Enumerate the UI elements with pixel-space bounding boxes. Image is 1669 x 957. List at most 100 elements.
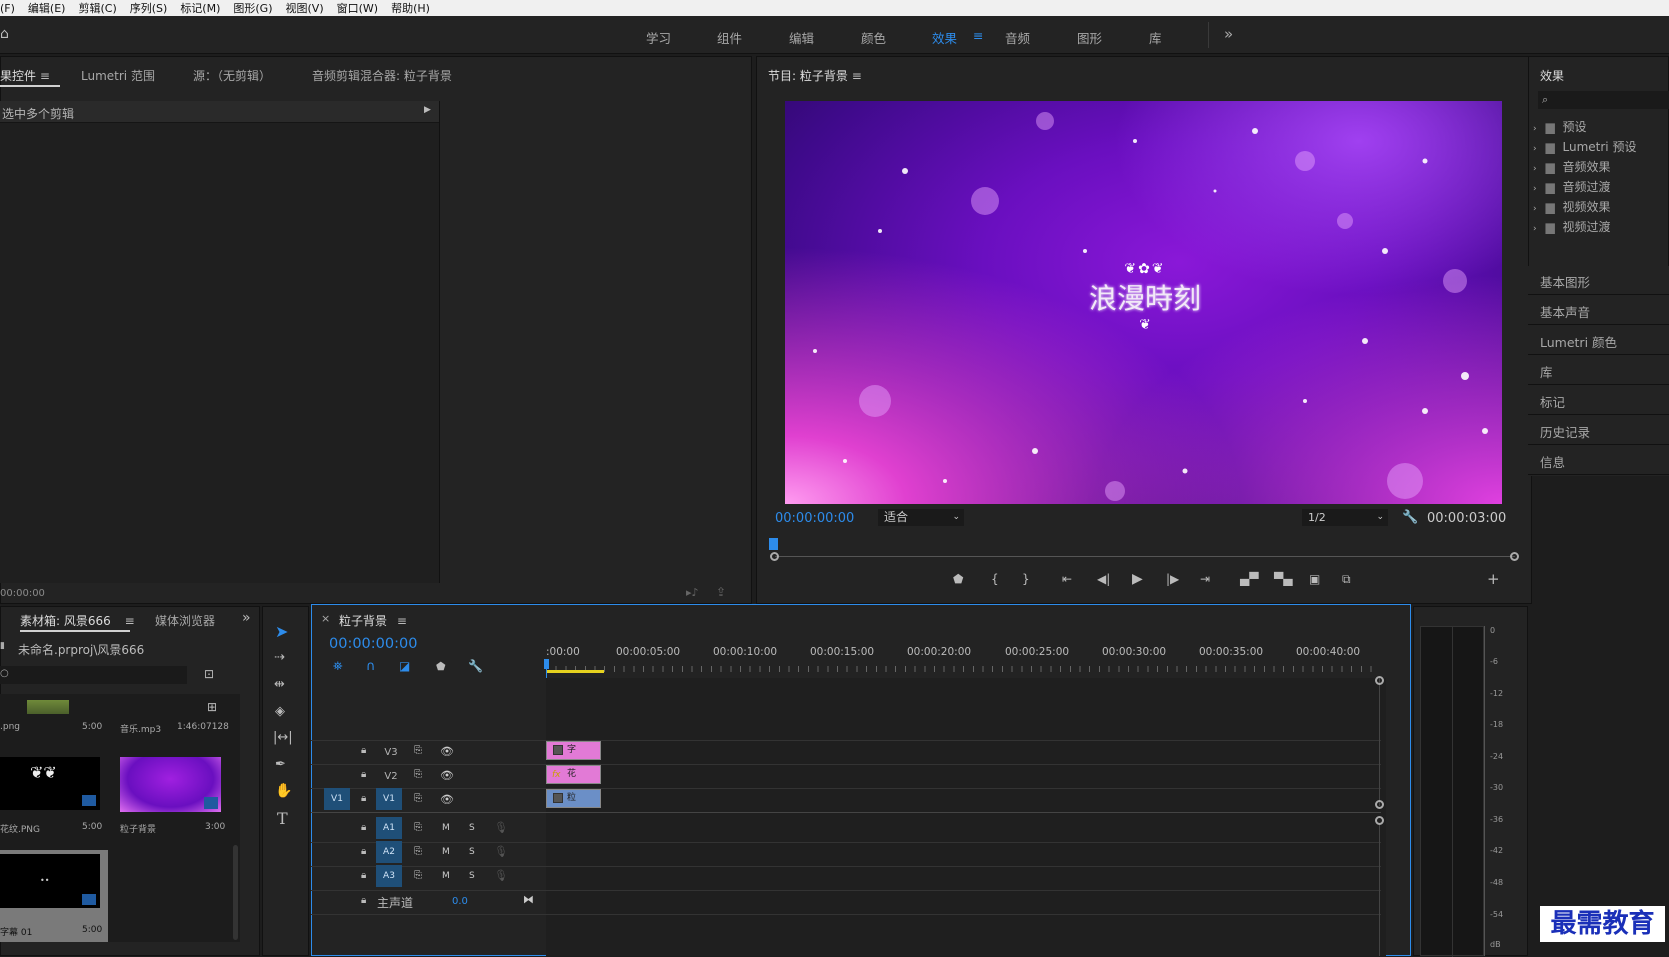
menu-help[interactable]: 帮助(H) xyxy=(391,0,430,16)
add-marker-icon[interactable]: ⬟ xyxy=(953,572,963,586)
go-to-point-icon[interactable]: ⧓ xyxy=(523,893,534,906)
thumbnail-particle-bg[interactable] xyxy=(120,757,221,812)
close-sequence-icon[interactable]: × xyxy=(321,612,330,625)
audio-waveform-icon[interactable]: ⊞ xyxy=(207,700,217,714)
panel-libraries[interactable]: 库 xyxy=(1540,362,1553,381)
panel-info[interactable]: 信息 xyxy=(1540,452,1565,471)
mark-in-icon[interactable]: { xyxy=(991,572,999,586)
menu-marker[interactable]: 标记(M) xyxy=(180,0,220,16)
lock-icon[interactable]: 🔒︎ xyxy=(361,822,366,833)
mic-icon[interactable]: 🎙︎ xyxy=(494,869,508,882)
program-scrubber-track[interactable] xyxy=(775,556,1515,557)
sync-lock-icon[interactable]: ⎘ xyxy=(414,822,422,833)
effects-search-input[interactable]: ⌕ xyxy=(1538,91,1669,109)
workspace-assembly[interactable]: 组件 xyxy=(717,28,742,47)
menu-sequence[interactable]: 序列(S) xyxy=(130,0,168,16)
nest-toggle-icon[interactable]: ⛯ xyxy=(333,659,343,674)
solo-button[interactable]: S xyxy=(469,871,475,881)
workspace-menu-icon[interactable]: ≡ xyxy=(973,28,983,43)
scrubber-start-handle[interactable] xyxy=(770,552,779,561)
clip-v2[interactable]: fx 花 xyxy=(546,765,601,784)
clip-v1[interactable]: 粒 xyxy=(546,789,601,808)
mic-icon[interactable]: 🎙︎ xyxy=(494,845,508,858)
video-scroll-handle[interactable] xyxy=(1375,676,1384,685)
workspace-audio[interactable]: 音频 xyxy=(1005,28,1030,47)
sequence-tab[interactable]: 粒子背景 ≡ xyxy=(339,612,407,629)
video-scroll-handle[interactable] xyxy=(1375,800,1384,809)
source-patch-v1[interactable]: V1 xyxy=(324,788,350,810)
panel-essential-graphics[interactable]: 基本图形 xyxy=(1540,272,1590,291)
zoom-select[interactable]: 适合 ⌄ xyxy=(878,509,964,526)
mic-icon[interactable]: 🎙︎ xyxy=(494,821,508,834)
effects-folder-audio-transitions[interactable]: › ▆ 音频过渡 xyxy=(1528,178,1611,195)
menu-file[interactable]: 文件(F) xyxy=(0,0,15,16)
menu-edit[interactable]: 编辑(E) xyxy=(28,0,66,16)
project-search-input[interactable]: ○ xyxy=(0,666,187,684)
go-to-out-icon[interactable]: ⇥ xyxy=(1200,572,1210,586)
selection-tool-icon[interactable]: ➤ xyxy=(275,622,288,641)
effects-folder-video-transitions[interactable]: › ▆ 视频过渡 xyxy=(1528,218,1611,235)
home-icon[interactable]: ⌂ xyxy=(0,26,9,42)
panel-markers[interactable]: 标记 xyxy=(1540,392,1565,411)
sync-lock-icon[interactable]: ⎘ xyxy=(414,745,422,756)
thumbnail-image[interactable] xyxy=(27,700,69,714)
sync-lock-icon[interactable]: ⎘ xyxy=(414,793,422,804)
pen-tool-icon[interactable]: ✒ xyxy=(275,757,286,772)
effects-folder-lumetri-presets[interactable]: › ▆ Lumetri 预设 xyxy=(1528,138,1636,155)
tab-audio-clip-mixer[interactable]: 音频剪辑混合器: 粒子背景 xyxy=(312,67,452,84)
selected-item[interactable]: •• 字幕 01 5:00 xyxy=(0,850,108,942)
razor-tool-icon[interactable]: ◈ xyxy=(275,704,285,719)
eye-icon[interactable]: 👁︎ xyxy=(440,793,454,806)
track-label-v3[interactable]: V3 xyxy=(380,747,402,758)
tab-effect-controls[interactable]: 效果控件 ≡ xyxy=(0,67,50,84)
tab-media-browser[interactable]: 媒体浏览器 xyxy=(155,612,215,629)
track-target-a2[interactable]: A2 xyxy=(376,841,402,863)
step-forward-icon[interactable]: |▶ xyxy=(1166,572,1179,586)
export-icon[interactable]: ⇪ xyxy=(716,585,726,599)
effects-folder-presets[interactable]: › ▆ 预设 xyxy=(1528,118,1587,135)
workspace-libraries[interactable]: 库 xyxy=(1149,28,1162,47)
panel-history[interactable]: 历史记录 xyxy=(1540,422,1590,441)
scrubber-end-handle[interactable] xyxy=(1510,552,1519,561)
slip-tool-icon[interactable]: |↔| xyxy=(273,730,293,745)
track-target-v1[interactable]: V1 xyxy=(376,788,402,810)
time-ruler[interactable]: :00:00 00:00:05:00 00:00:10:00 00:00:15:… xyxy=(546,646,1374,674)
tab-lumetri-scopes[interactable]: Lumetri 范围 xyxy=(81,67,155,84)
comparison-view-icon[interactable]: ⧉ xyxy=(1342,572,1351,587)
button-editor-plus-icon[interactable]: + xyxy=(1487,570,1500,588)
lock-icon[interactable]: 🔒︎ xyxy=(361,745,366,756)
tab-source[interactable]: 源：（无剪辑） xyxy=(193,67,271,84)
settings-wrench-icon[interactable]: 🔧 xyxy=(1402,510,1418,525)
program-menu-icon[interactable]: ≡ xyxy=(852,69,862,83)
panel-lumetri-color[interactable]: Lumetri 颜色 xyxy=(1540,332,1617,351)
sync-lock-icon[interactable]: ⎘ xyxy=(414,769,422,780)
sequence-menu-icon[interactable]: ≡ xyxy=(397,614,407,628)
mark-out-icon[interactable]: } xyxy=(1022,572,1030,586)
type-tool-icon[interactable]: T xyxy=(277,809,288,828)
expand-arrow-icon[interactable]: ▶ xyxy=(424,105,431,115)
lock-icon[interactable]: 🔒︎ xyxy=(361,870,366,881)
workspace-learn[interactable]: 学习 xyxy=(646,28,671,47)
project-scrollbar[interactable] xyxy=(233,845,238,940)
workspace-graphics[interactable]: 图形 xyxy=(1077,28,1102,47)
more-panels-icon[interactable]: » xyxy=(242,610,251,626)
resolution-select[interactable]: 1/2 ⌄ xyxy=(1302,509,1388,526)
workspace-effects[interactable]: 效果 xyxy=(932,28,957,47)
panel-menu-icon[interactable]: ≡ xyxy=(40,69,50,83)
timeline-timecode[interactable]: 00:00:00:00 xyxy=(329,636,417,652)
bin-menu-icon[interactable]: ≡ xyxy=(125,614,135,628)
track-target-a1[interactable]: A1 xyxy=(376,817,402,839)
clip-v3[interactable]: 字 xyxy=(546,741,601,760)
workspace-editing[interactable]: 编辑 xyxy=(789,28,814,47)
play-audio-icon[interactable]: ▸♪ xyxy=(686,586,699,599)
work-area-bar[interactable] xyxy=(546,670,604,673)
eye-icon[interactable]: 👁︎ xyxy=(440,745,454,758)
track-select-tool-icon[interactable]: ⇢ xyxy=(274,650,285,665)
tab-bin[interactable]: 素材箱: 风景666 ≡ xyxy=(20,612,135,629)
effects-folder-audio-effects[interactable]: › ▆ 音频效果 xyxy=(1528,158,1611,175)
mute-button[interactable]: M xyxy=(442,871,450,881)
more-workspaces-icon[interactable]: » xyxy=(1224,25,1233,43)
track-target-a3[interactable]: A3 xyxy=(376,865,402,887)
snap-magnet-icon[interactable]: ∩ xyxy=(366,659,376,674)
playhead-timecode[interactable]: 00:00:00:00 xyxy=(775,511,854,526)
